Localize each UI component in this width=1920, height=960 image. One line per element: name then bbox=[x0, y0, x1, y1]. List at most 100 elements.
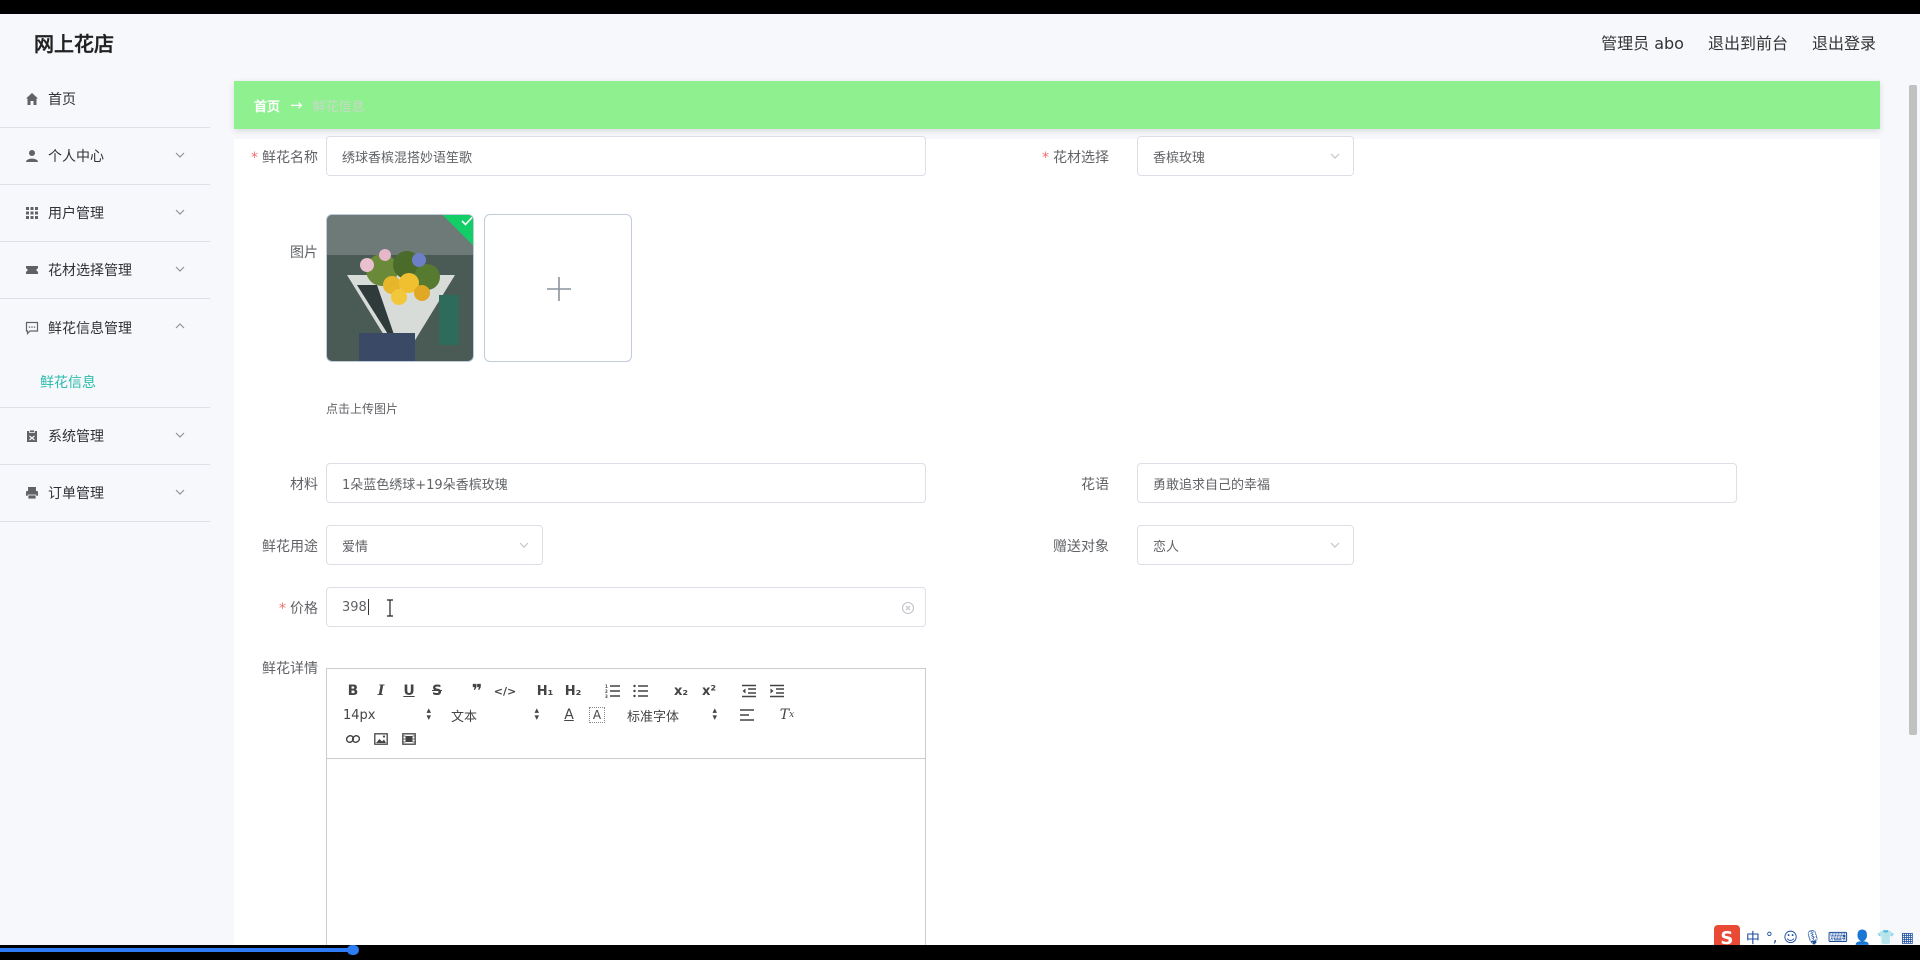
sidebar-item-system-management[interactable]: 系统管理 bbox=[0, 408, 210, 465]
price-input[interactable]: 398 bbox=[326, 587, 926, 627]
sogou-logo-icon: S bbox=[1713, 925, 1740, 945]
recipient-value: 恋人 bbox=[1153, 539, 1180, 555]
image-label: 图片 bbox=[290, 245, 318, 261]
updown-arrow-icon: ▴ ▾ bbox=[712, 706, 717, 723]
editor-content-area[interactable] bbox=[327, 759, 925, 945]
sidebar-item-label: 个人中心 bbox=[48, 149, 104, 165]
heading-1-icon[interactable]: H₁ bbox=[531, 680, 559, 702]
flower-name-label: * 鲜花名称 bbox=[251, 150, 318, 166]
chat-icon bbox=[24, 320, 40, 336]
sidebar-item-personal-center[interactable]: 个人中心 bbox=[0, 128, 210, 185]
plus-icon bbox=[547, 277, 571, 301]
punctuation-icon[interactable]: °, bbox=[1766, 930, 1777, 945]
usage-select[interactable]: 爱情 bbox=[326, 525, 543, 565]
sidebar-item-user-management[interactable]: 用户管理 bbox=[0, 185, 210, 242]
blockquote-icon[interactable]: ❞ bbox=[463, 680, 491, 702]
font-color-icon[interactable]: A bbox=[555, 704, 583, 726]
chevron-down-icon bbox=[1330, 542, 1340, 548]
code-block-icon[interactable]: </> bbox=[491, 680, 519, 702]
chevron-down-icon bbox=[1330, 153, 1340, 159]
chevron-down-icon bbox=[175, 266, 185, 272]
clipboard-icon bbox=[24, 428, 40, 444]
scrollbar-thumb[interactable] bbox=[1909, 85, 1917, 735]
underline-icon[interactable]: U bbox=[395, 680, 423, 702]
sidebar-item-label: 系统管理 bbox=[48, 429, 104, 445]
subscript-icon[interactable]: x₂ bbox=[667, 680, 695, 702]
material-choice-select[interactable]: 香槟玫瑰 bbox=[1137, 136, 1354, 176]
grid-menu-icon[interactable]: ▦ bbox=[1901, 930, 1914, 945]
flower-image-thumbnail[interactable] bbox=[326, 214, 474, 362]
user-avatar-icon[interactable]: 👤 bbox=[1854, 930, 1871, 945]
rich-text-editor: B I U S ❞ </> H₁ H₂ 123 x₂ x² 14px ▴ ▾ 文… bbox=[326, 668, 926, 945]
heading-2-icon[interactable]: H₂ bbox=[559, 680, 587, 702]
sidebar: 首页 个人中心 用户管理 花材选择管理 鲜花信息管理 鲜花信息 系统管理 订单管… bbox=[0, 71, 210, 945]
outdent-icon[interactable] bbox=[735, 680, 763, 702]
font-size-select[interactable]: 14px ▴ ▾ bbox=[339, 704, 435, 726]
grid-icon bbox=[24, 205, 40, 221]
clear-circle-icon[interactable] bbox=[901, 601, 915, 615]
flower-form: * 鲜花名称 绣球香槟混搭妙语笙歌 * 花材选择 香槟玫瑰 图片 点击上传图片 … bbox=[234, 136, 1880, 945]
editor-toolbar: B I U S ❞ </> H₁ H₂ 123 x₂ x² 14px ▴ ▾ 文… bbox=[327, 669, 925, 759]
superscript-icon[interactable]: x² bbox=[695, 680, 723, 702]
check-icon bbox=[461, 216, 473, 226]
microphone-icon[interactable]: 🎙 bbox=[1804, 930, 1822, 945]
sidebar-subitem-flower-info[interactable]: 鲜花信息 bbox=[0, 356, 210, 408]
admin-user-label: 管理员 abo bbox=[1601, 34, 1684, 53]
background-color-icon[interactable]: A bbox=[589, 707, 605, 723]
progress-handle[interactable] bbox=[347, 945, 359, 955]
video-icon[interactable] bbox=[395, 728, 423, 750]
align-left-icon[interactable] bbox=[733, 704, 761, 726]
block-format-value: 文本 bbox=[451, 709, 478, 725]
bullet-list-icon[interactable] bbox=[627, 680, 655, 702]
chinese-mode-icon[interactable]: 中 bbox=[1746, 928, 1760, 945]
flower-bouquet-image bbox=[327, 215, 473, 361]
text-caret bbox=[367, 599, 369, 615]
upload-image-button[interactable] bbox=[484, 214, 632, 362]
page-scrollbar[interactable] bbox=[1906, 71, 1920, 945]
recipient-label: 赠送对象 bbox=[1053, 539, 1109, 555]
breadcrumb-separator: → bbox=[290, 96, 303, 114]
breadcrumb-current: 鲜花信息 bbox=[312, 99, 365, 115]
flower-language-label: 花语 bbox=[1081, 477, 1109, 493]
sidebar-item-home[interactable]: 首页 bbox=[0, 71, 210, 128]
ticket-icon bbox=[24, 262, 40, 278]
bold-icon[interactable]: B bbox=[339, 680, 367, 702]
material-input[interactable]: 1朵蓝色绣球+19朵香槟玫瑰 bbox=[326, 463, 926, 503]
usage-value: 爱情 bbox=[342, 539, 369, 555]
sidebar-item-flower-info-management[interactable]: 鲜花信息管理 bbox=[0, 299, 210, 356]
usage-label: 鲜花用途 bbox=[262, 539, 318, 555]
video-progress-bar[interactable] bbox=[0, 945, 1920, 960]
italic-icon[interactable]: I bbox=[367, 680, 395, 702]
home-icon bbox=[24, 91, 40, 107]
sidebar-item-label: 鲜花信息管理 bbox=[48, 320, 132, 337]
printer-icon bbox=[24, 485, 40, 501]
recipient-select[interactable]: 恋人 bbox=[1137, 525, 1354, 565]
block-format-select[interactable]: 文本 ▴ ▾ bbox=[447, 704, 543, 726]
chevron-down-icon bbox=[175, 432, 185, 438]
skin-icon[interactable]: 👕 bbox=[1877, 930, 1894, 945]
link-icon[interactable] bbox=[339, 728, 367, 750]
ime-toolbar[interactable]: S 中 °, ☺ 🎙 ⌨ 👤 👕 ▦ bbox=[1713, 924, 1914, 945]
chevron-up-icon bbox=[175, 323, 185, 329]
font-family-select[interactable]: 标准字体 ▴ ▾ bbox=[623, 704, 721, 726]
clear-format-icon[interactable]: Tx bbox=[773, 704, 801, 726]
sidebar-item-label: 用户管理 bbox=[48, 206, 104, 222]
sidebar-item-material-management[interactable]: 花材选择管理 bbox=[0, 242, 210, 299]
flower-name-input[interactable]: 绣球香槟混搭妙语笙歌 bbox=[326, 136, 926, 176]
image-icon[interactable] bbox=[367, 728, 395, 750]
keyboard-icon[interactable]: ⌨ bbox=[1828, 930, 1848, 945]
upload-tip: 点击上传图片 bbox=[326, 402, 399, 416]
breadcrumb-home-link[interactable]: 首页 bbox=[254, 96, 280, 115]
strikethrough-icon[interactable]: S bbox=[423, 680, 451, 702]
flower-language-input[interactable]: 勇敢追求自己的幸福 bbox=[1137, 463, 1737, 503]
exit-to-front-link[interactable]: 退出到前台 bbox=[1708, 30, 1788, 54]
header-links: 管理员 abo 退出到前台 退出登录 bbox=[1601, 30, 1876, 54]
chevron-down-icon bbox=[519, 542, 529, 548]
ordered-list-icon[interactable]: 123 bbox=[599, 680, 627, 702]
indent-icon[interactable] bbox=[763, 680, 791, 702]
font-size-value: 14px bbox=[343, 707, 376, 723]
logout-link[interactable]: 退出登录 bbox=[1812, 30, 1876, 54]
emoji-icon[interactable]: ☺ bbox=[1783, 930, 1798, 945]
progress-fill bbox=[0, 948, 353, 952]
sidebar-item-order-management[interactable]: 订单管理 bbox=[0, 465, 210, 522]
